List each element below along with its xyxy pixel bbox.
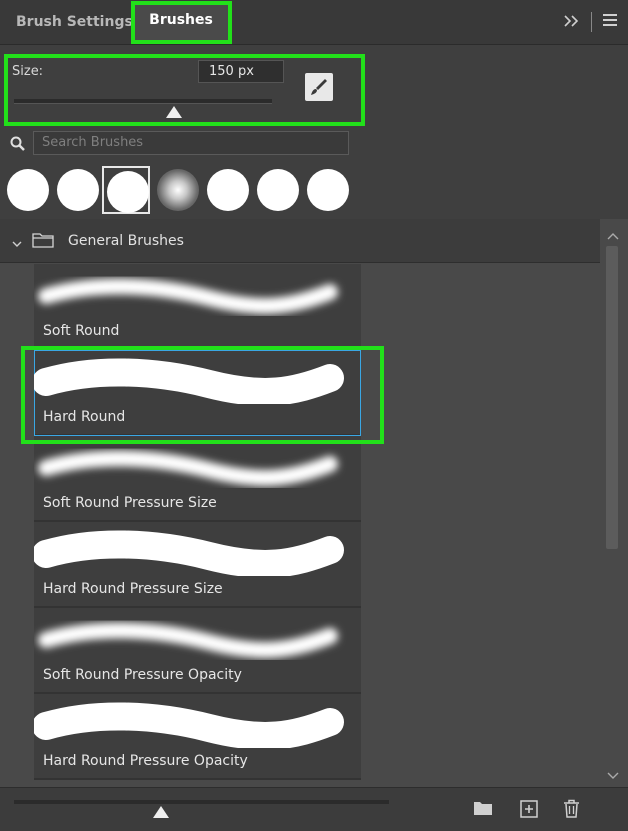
brush-item[interactable]: Soft Round Pressure Size — [34, 436, 361, 522]
chevron-down-icon[interactable] — [12, 234, 22, 247]
brush-preset-2[interactable] — [54, 166, 102, 214]
brush-preset-6[interactable] — [254, 166, 302, 214]
brush-preset-thumbnail — [7, 169, 49, 211]
brush-stroke-preview — [38, 622, 338, 658]
brush-tool-button[interactable] — [305, 73, 333, 101]
collapse-panel-icon[interactable] — [562, 11, 582, 31]
folder-label: General Brushes — [68, 233, 184, 249]
panel-menu-icon[interactable] — [603, 14, 617, 29]
brush-item-name: Hard Round Pressure Opacity — [43, 753, 248, 769]
trash-icon[interactable] — [563, 799, 580, 818]
brush-preset-thumbnail — [57, 169, 99, 211]
tab-brushes[interactable]: Brushes — [134, 2, 228, 42]
brush-item-name: Soft Round Pressure Size — [43, 495, 217, 511]
brush-preset-3[interactable] — [102, 166, 150, 214]
brush-stroke-preview — [34, 702, 344, 748]
brush-item[interactable]: Hard Round — [34, 350, 361, 436]
brush-item[interactable]: Hard Round Pressure Size — [34, 522, 361, 608]
brush-preset-thumbnail — [307, 169, 349, 211]
size-input[interactable]: 150 px — [198, 60, 284, 83]
brush-preset-4[interactable] — [154, 166, 202, 214]
scroll-down-icon[interactable] — [606, 766, 620, 779]
search-input[interactable]: Search Brushes — [33, 131, 349, 155]
folder-icon — [32, 232, 54, 248]
brush-preset-5[interactable] — [204, 166, 252, 214]
tab-divider — [591, 12, 592, 32]
brush-preset-thumbnail — [157, 169, 199, 211]
brush-item[interactable]: Soft Round — [34, 264, 361, 350]
brush-item[interactable]: Hard Round Pressure Opacity — [34, 694, 361, 780]
brush-stroke-preview — [38, 278, 338, 314]
brush-preset-thumbnail — [207, 169, 249, 211]
new-group-icon[interactable] — [473, 800, 493, 816]
new-brush-icon[interactable] — [520, 800, 538, 818]
brush-preset-thumbnail — [107, 171, 149, 213]
brush-item-name: Soft Round Pressure Opacity — [43, 667, 242, 683]
brush-preset-thumbnail — [257, 169, 299, 211]
scrollbar-thumb[interactable] — [606, 246, 618, 549]
scroll-up-icon[interactable] — [606, 226, 620, 240]
size-slider-track[interactable] — [14, 99, 272, 104]
preview-size-slider-track[interactable] — [14, 800, 389, 804]
brush-preset-1[interactable] — [4, 166, 52, 214]
size-label: Size: — [12, 64, 44, 79]
brush-preset-7[interactable] — [304, 166, 352, 214]
brush-tool-icon — [311, 79, 327, 95]
search-icon — [10, 136, 26, 152]
brush-item[interactable]: Soft Round Pressure Opacity — [34, 608, 361, 694]
tab-brush-settings[interactable]: Brush Settings — [16, 0, 133, 44]
brush-stroke-preview — [34, 358, 344, 404]
brush-item-name: Soft Round — [43, 323, 120, 339]
brush-stroke-preview — [38, 450, 338, 486]
brush-stroke-preview — [34, 530, 344, 576]
preview-size-slider-thumb[interactable] — [153, 806, 169, 818]
brush-item-name: Hard Round — [43, 409, 126, 425]
brush-item-name: Hard Round Pressure Size — [43, 581, 223, 597]
size-slider-thumb[interactable] — [165, 106, 182, 118]
